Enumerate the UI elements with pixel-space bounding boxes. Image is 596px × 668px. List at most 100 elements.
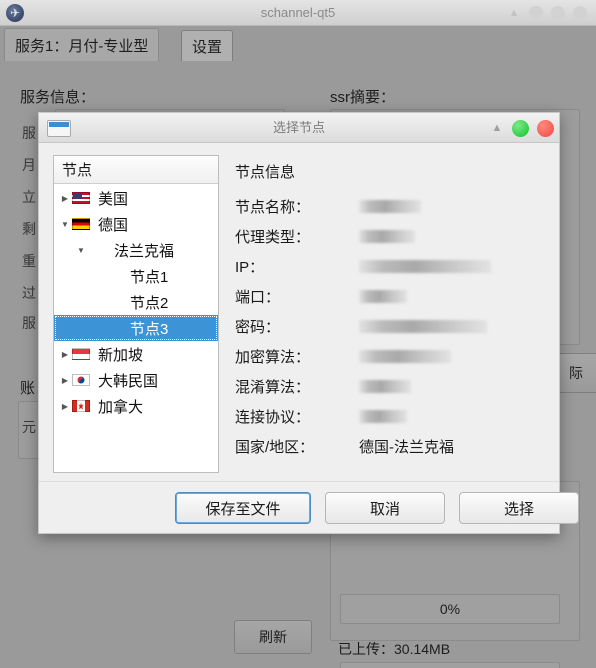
refresh-button[interactable]: 刷新	[234, 620, 312, 654]
service-info-label: 服务信息：	[20, 89, 96, 106]
us-flag-icon	[72, 192, 90, 204]
tree-item-label: 加拿大	[98, 398, 144, 416]
de-flag-icon	[72, 218, 90, 230]
info-row-label: IP：	[235, 258, 265, 276]
shade-icon[interactable]: ▲	[491, 123, 503, 134]
side-partial-button-label: 际	[569, 365, 583, 381]
main-window-title: schannel-qt5	[260, 5, 336, 20]
info-row-label: 加密算法：	[235, 348, 311, 366]
refresh-button-label: 刷新	[259, 629, 287, 645]
tree-item-德国[interactable]: 德国	[54, 211, 218, 237]
obscured-text-3: 立	[22, 189, 36, 205]
chevron-down-icon[interactable]	[58, 220, 72, 229]
obscured-text-7: 服	[22, 315, 36, 331]
tree-item-大韩民国[interactable]: 大韩民国	[54, 367, 218, 393]
tree-item-节点3[interactable]: 节点3	[54, 315, 218, 341]
node-tree-body[interactable]: 美国德国法兰克福节点1 节点2 节点3 新加坡大韩民国加拿大	[54, 185, 218, 472]
node-tree-panel: 节点 美国德国法兰克福节点1 节点2 节点3 新加坡大韩民国加拿大	[53, 155, 219, 473]
redacted-value	[359, 199, 421, 213]
info-row: 连接协议：	[235, 401, 549, 431]
no-flag-icon	[104, 270, 122, 282]
info-row-value: 德国-法兰克福	[359, 438, 454, 456]
tree-item-节点2[interactable]: 节点2	[54, 289, 218, 315]
minimize-icon[interactable]	[529, 6, 543, 20]
no-flag-icon	[104, 296, 122, 308]
redacted-value	[359, 229, 415, 243]
tab-service-1[interactable]: 服务1：月付-专业型	[4, 28, 160, 62]
info-row: 国家/地区： 德国-法兰克福	[235, 431, 549, 461]
redacted-value	[359, 409, 407, 423]
info-row: 代理类型：	[235, 221, 549, 251]
tree-item-美国[interactable]: 美国	[54, 185, 218, 211]
tree-item-label: 美国	[98, 190, 129, 208]
info-row: 节点名称：	[235, 191, 549, 221]
close-icon[interactable]	[573, 6, 587, 20]
select-button-label: 选择	[503, 500, 534, 518]
sg-flag-icon	[72, 348, 90, 360]
tab-settings-label: 设置	[192, 39, 223, 56]
info-row: 混淆算法：	[235, 371, 549, 401]
info-row-label: 连接协议：	[235, 408, 311, 426]
download-progress-value: 0%	[439, 601, 461, 617]
main-titlebar: ✈ schannel-qt5 ▲	[0, 0, 596, 26]
save-to-file-button[interactable]: 保存至文件	[175, 492, 311, 524]
info-row-label: 端口：	[235, 288, 281, 306]
redacted-value	[359, 319, 487, 333]
dialog-title: 选择节点	[272, 120, 325, 135]
info-row: 加密算法：	[235, 341, 549, 371]
tab-service-1-label: 服务1：月付-专业型	[15, 38, 149, 55]
info-row-label: 混淆算法：	[235, 378, 311, 396]
account-label: 账	[20, 380, 36, 397]
tree-item-label: 节点3	[130, 320, 169, 338]
no-flag-icon	[88, 244, 106, 256]
info-row: 密码：	[235, 311, 549, 341]
node-info-panel: 节点信息 节点名称： 代理类型： IP： 端口： 密码： 加密算法： 混淆算法： 连接协议： 国…	[235, 161, 549, 473]
dialog-titlebar: 选择节点 ▲	[39, 113, 559, 143]
info-row-label: 国家/地区：	[235, 438, 315, 456]
dialog-button-bar: 保存至文件 取消 选择	[39, 481, 579, 534]
tree-item-加拿大[interactable]: 加拿大	[54, 393, 218, 419]
redacted-value	[359, 379, 411, 393]
tree-item-节点1[interactable]: 节点1	[54, 263, 218, 289]
no-flag-icon	[104, 322, 122, 334]
obscured-text-9: 元	[22, 419, 36, 435]
obscured-text-5: 重	[22, 253, 36, 269]
maximize-icon[interactable]	[512, 120, 529, 137]
obscured-text-2: 月	[22, 157, 36, 173]
download-progress-bar: 0%	[340, 594, 560, 624]
tab-settings[interactable]: 设置	[181, 30, 234, 62]
obscured-text-6: 过	[22, 285, 36, 301]
info-row: IP：	[235, 251, 549, 281]
maximize-icon[interactable]	[551, 6, 565, 20]
tree-item-法兰克福[interactable]: 法兰克福	[54, 237, 218, 263]
tree-item-label: 新加坡	[98, 346, 144, 364]
info-row-label: 密码：	[235, 318, 281, 336]
tree-item-label: 大韩民国	[98, 372, 159, 390]
node-info-heading: 节点信息	[235, 164, 296, 181]
chevron-right-icon[interactable]	[58, 376, 72, 385]
chevron-right-icon[interactable]	[58, 194, 72, 203]
chevron-down-icon[interactable]	[74, 246, 88, 255]
redacted-value	[359, 289, 407, 303]
tree-item-label: 节点2	[130, 294, 169, 312]
chevron-right-icon[interactable]	[58, 402, 72, 411]
info-row-label: 节点名称：	[235, 198, 311, 216]
tree-item-label: 德国	[98, 216, 129, 234]
upload-progress-bar: 0%	[340, 662, 560, 668]
redacted-value	[359, 259, 491, 273]
info-row: 端口：	[235, 281, 549, 311]
redacted-value	[359, 349, 451, 363]
ca-flag-icon	[72, 400, 90, 412]
node-tree-header: 节点	[54, 156, 218, 184]
select-button[interactable]: 选择	[459, 492, 579, 524]
cancel-button[interactable]: 取消	[325, 492, 445, 524]
save-to-file-button-label: 保存至文件	[205, 500, 281, 518]
chevron-right-icon[interactable]	[58, 350, 72, 359]
cancel-button-label: 取消	[369, 500, 400, 518]
shade-icon[interactable]: ▲	[508, 8, 520, 19]
tree-item-label: 节点1	[130, 268, 169, 286]
info-row-label: 代理类型：	[235, 228, 311, 246]
tree-item-新加坡[interactable]: 新加坡	[54, 341, 218, 367]
tree-item-label: 法兰克福	[114, 242, 175, 260]
close-icon[interactable]	[537, 120, 554, 137]
